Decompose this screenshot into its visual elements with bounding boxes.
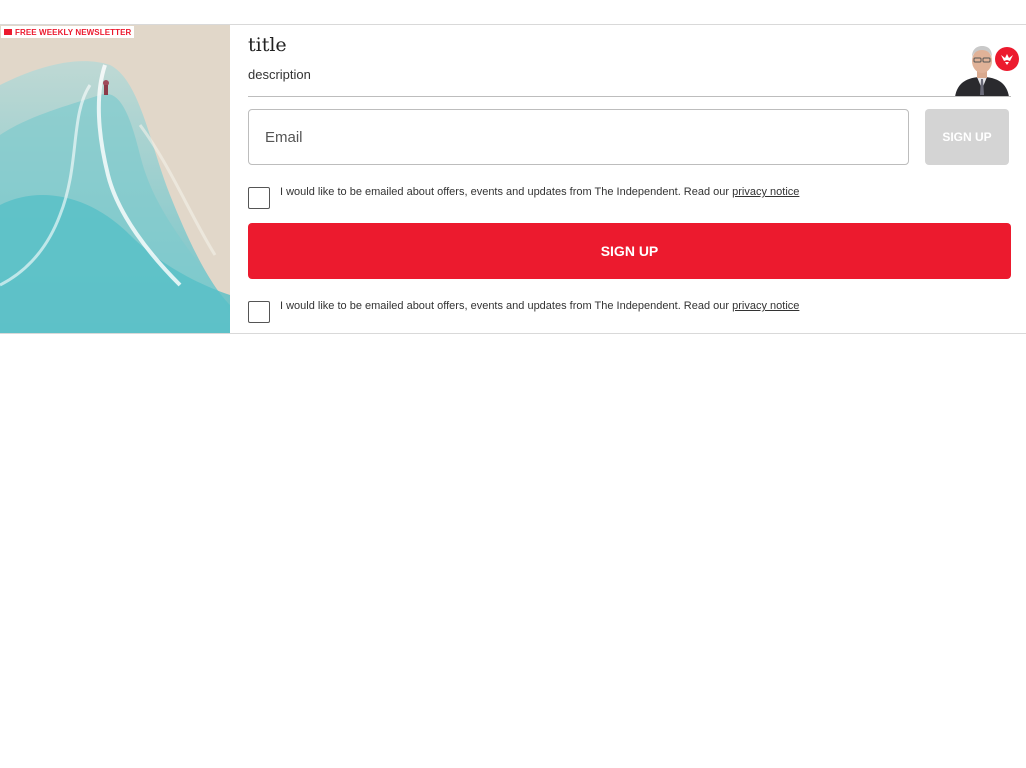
newsletter-signup-widget: FREE WEEKLY NEWSLETTER title description (0, 24, 1026, 334)
privacy-notice-link-2[interactable]: privacy notice (732, 300, 799, 312)
email-input[interactable] (248, 109, 909, 165)
consent-row-2: I would like to be emailed about offers,… (248, 299, 799, 323)
hero-image-beach: FREE WEEKLY NEWSLETTER (0, 25, 230, 333)
beach-wave-illustration (0, 25, 230, 333)
newsletter-badge: FREE WEEKLY NEWSLETTER (1, 26, 135, 38)
signup-content: title description SIGN UP (248, 25, 1019, 333)
newsletter-title: title (248, 34, 287, 56)
consent-checkbox-2[interactable] (248, 301, 270, 323)
independent-eagle-logo-icon (995, 47, 1019, 71)
signup-button[interactable]: SIGN UP (248, 223, 1011, 279)
signup-button-disabled[interactable]: SIGN UP (925, 109, 1009, 165)
mail-icon (4, 29, 12, 35)
consent-text-2: I would like to be emailed about offers,… (280, 299, 799, 313)
author-avatar (953, 39, 1019, 97)
consent-text-1: I would like to be emailed about offers,… (280, 185, 799, 199)
newsletter-description: description (248, 67, 311, 82)
privacy-notice-link-1[interactable]: privacy notice (732, 186, 799, 198)
consent-row-1: I would like to be emailed about offers,… (248, 185, 799, 209)
consent-label-2: I would like to be emailed about offers,… (280, 300, 733, 312)
badge-label: FREE WEEKLY NEWSLETTER (15, 27, 132, 37)
consent-label-1: I would like to be emailed about offers,… (280, 186, 733, 198)
header-divider (248, 96, 1011, 97)
consent-checkbox-1[interactable] (248, 187, 270, 209)
